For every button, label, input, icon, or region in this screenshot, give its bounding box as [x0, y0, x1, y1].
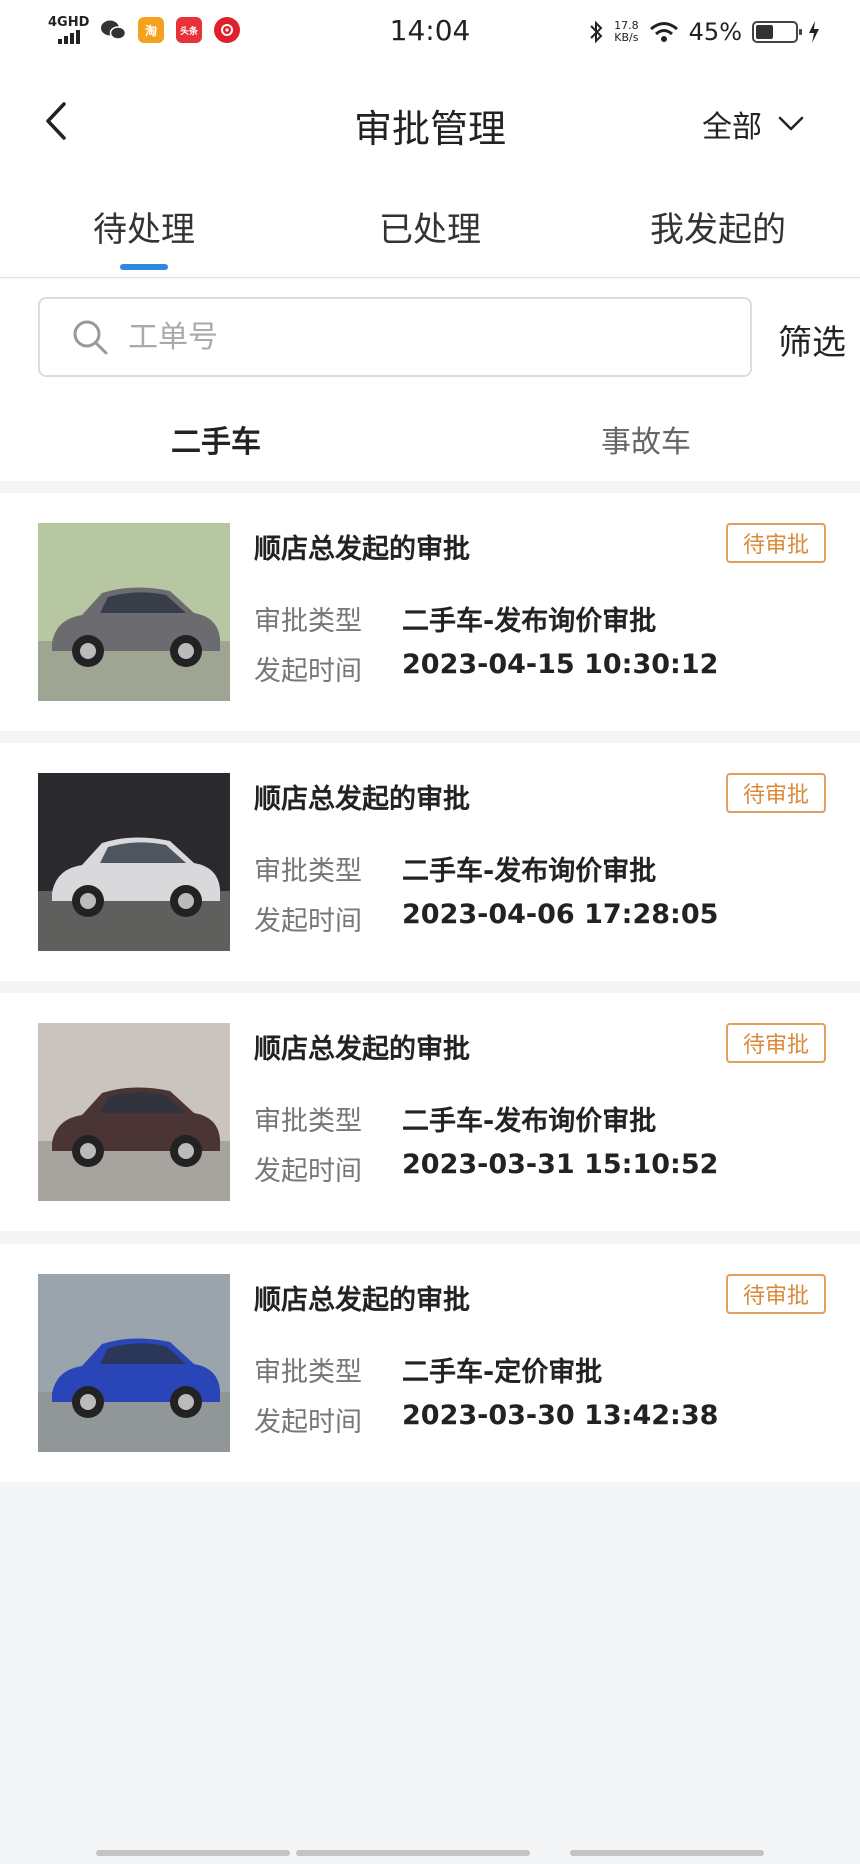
- initiated-time-label: 发起时间: [254, 906, 362, 937]
- status-bar-right: 17.8 KB/s 45%: [588, 18, 820, 46]
- approval-type-row: 审批类型 二手车-发布询价审批: [254, 849, 656, 888]
- car-photo: [38, 1023, 230, 1201]
- tab-processed[interactable]: 已处理: [320, 202, 540, 251]
- network-speed-unit: KB/s: [614, 31, 639, 44]
- network-speed: 17.8 KB/s: [614, 20, 639, 44]
- charging-icon: [809, 21, 819, 43]
- initiated-time-row: 发起时间 2023-04-06 17:28:05: [254, 899, 718, 938]
- tab-initiated-by-me[interactable]: 我发起的: [608, 202, 828, 251]
- battery-percent: 45%: [688, 18, 742, 46]
- scope-dropdown[interactable]: 全部: [702, 102, 804, 146]
- status-tabs: 待处理 已处理 我发起的: [0, 178, 860, 278]
- approval-type-label: 审批类型: [254, 1357, 362, 1388]
- initiated-time-value: 2023-03-30 13:42:38: [402, 1400, 719, 1431]
- status-badge: 待审批: [726, 1274, 826, 1314]
- initiated-time-row: 发起时间 2023-04-15 10:30:12: [254, 649, 718, 688]
- initiated-time-label: 发起时间: [254, 656, 362, 687]
- initiated-time-row: 发起时间 2023-03-30 13:42:38: [254, 1400, 718, 1439]
- car-photo: [38, 523, 230, 701]
- wifi-icon: [649, 22, 678, 42]
- approval-card[interactable]: 顺店总发起的审批 待审批 审批类型 二手车-发布询价审批 发起时间 2023-0…: [0, 493, 860, 731]
- chevron-down-icon: [778, 116, 804, 131]
- approval-type-label: 审批类型: [254, 606, 362, 637]
- approval-title: 顺店总发起的审批: [254, 1034, 470, 1065]
- car-photo: [38, 773, 230, 951]
- active-tab-indicator: [120, 264, 168, 270]
- approval-type-value: 二手车-发布询价审批: [402, 1106, 657, 1137]
- approval-type-row: 审批类型 二手车-定价审批: [254, 1350, 602, 1389]
- tab-pending[interactable]: 待处理: [34, 202, 254, 251]
- approval-title: 顺店总发起的审批: [254, 1285, 470, 1316]
- approval-type-label: 审批类型: [254, 856, 362, 887]
- battery-icon: [752, 21, 802, 43]
- approval-card[interactable]: 顺店总发起的审批 待审批 审批类型 二手车-定价审批 发起时间 2023-03-…: [0, 1244, 860, 1482]
- initiated-time-label: 发起时间: [254, 1156, 362, 1187]
- search-icon: [73, 320, 108, 355]
- approval-type-value: 二手车-发布询价审批: [402, 856, 657, 887]
- search-row: 筛选: [0, 279, 860, 389]
- order-number-input[interactable]: [128, 319, 688, 355]
- status-bar: 4GHD 淘 头条 14:04 17.8 KB/s 45%: [0, 0, 860, 68]
- subtab-accident-car[interactable]: 事故车: [516, 417, 776, 461]
- subtab-used-car[interactable]: 二手车: [86, 417, 346, 461]
- status-badge: 待审批: [726, 523, 826, 563]
- initiated-time-label: 发起时间: [254, 1407, 362, 1438]
- search-box[interactable]: [38, 297, 752, 377]
- approval-title: 顺店总发起的审批: [254, 784, 470, 815]
- battery-level: [756, 25, 773, 39]
- approval-card[interactable]: 顺店总发起的审批 待审批 审批类型 二手车-发布询价审批 发起时间 2023-0…: [0, 743, 860, 981]
- scope-dropdown-label: 全部: [702, 110, 762, 145]
- nav-header: 审批管理 全部: [0, 68, 860, 178]
- initiated-time-value: 2023-03-31 15:10:52: [402, 1149, 719, 1180]
- approval-type-value: 二手车-定价审批: [402, 1357, 603, 1388]
- initiated-time-value: 2023-04-15 10:30:12: [402, 649, 719, 680]
- initiated-time-value: 2023-04-06 17:28:05: [402, 899, 719, 930]
- initiated-time-row: 发起时间 2023-03-31 15:10:52: [254, 1149, 718, 1188]
- approval-type-row: 审批类型 二手车-发布询价审批: [254, 1099, 656, 1138]
- approval-card[interactable]: 顺店总发起的审批 待审批 审批类型 二手车-发布询价审批 发起时间 2023-0…: [0, 993, 860, 1231]
- bluetooth-icon: [590, 20, 603, 44]
- approval-type-value: 二手车-发布询价审批: [402, 606, 657, 637]
- vehicle-category-tabs: 二手车 事故车: [0, 389, 860, 481]
- status-badge: 待审批: [726, 773, 826, 813]
- approval-type-label: 审批类型: [254, 1106, 362, 1137]
- status-badge: 待审批: [726, 1023, 826, 1063]
- car-photo: [38, 1274, 230, 1452]
- approval-type-row: 审批类型 二手车-发布询价审批: [254, 599, 656, 638]
- home-indicator: [0, 1850, 860, 1858]
- filter-button[interactable]: 筛选: [778, 315, 846, 364]
- approval-title: 顺店总发起的审批: [254, 534, 470, 565]
